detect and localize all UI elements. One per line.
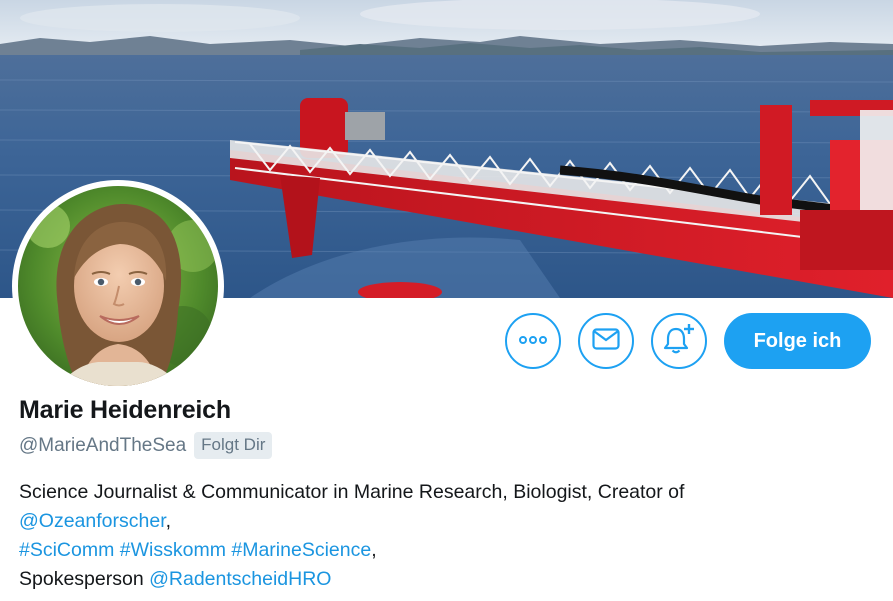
notifications-button[interactable] [651,313,707,369]
bio-punctuation: , [371,539,377,561]
profile-bio: Science Journalist & Communicator in Mar… [19,478,879,594]
follow-button[interactable]: Folge ich [724,313,871,369]
bio-mention-link[interactable]: @RadentscheidHRO [149,568,331,590]
more-button[interactable] [505,313,561,369]
handle-row: @MarieAndTheSea Folgt Dir [19,432,273,459]
bio-line-2: @Ozeanforscher, [19,507,879,536]
profile-actions: Folge ich [505,313,871,369]
bio-punctuation: , [165,510,172,532]
envelope-icon [592,327,620,355]
hashtag-link[interactable]: #SciComm [19,539,114,561]
bio-line-3: #SciComm #Wisskomm #MarineScience, [19,536,879,565]
bio-line-4: Spokesperson @RadentscheidHRO [19,565,879,594]
hashtag-link[interactable]: #Wisskomm [120,539,226,561]
bio-mention-link[interactable]: @Ozeanforscher [19,510,166,532]
user-handle: @MarieAndTheSea [19,434,187,456]
bio-line-1: Science Journalist & Communicator in Mar… [19,478,879,507]
bell-plus-icon [662,322,696,361]
bio-text: Spokesperson [19,568,144,590]
profile-page: Folge ich Marie Heidenreich @MarieAndThe… [0,0,893,601]
hashtag-link[interactable]: #MarineScience [231,539,371,561]
bio-text: Science Journalist & Communicator in Mar… [19,481,685,503]
more-dots-icon [518,332,548,350]
follows-you-badge: Folgt Dir [194,432,273,459]
display-name: Marie Heidenreich [19,396,231,424]
avatar-photo [18,186,218,386]
profile-avatar[interactable] [12,180,224,392]
message-button[interactable] [578,313,634,369]
